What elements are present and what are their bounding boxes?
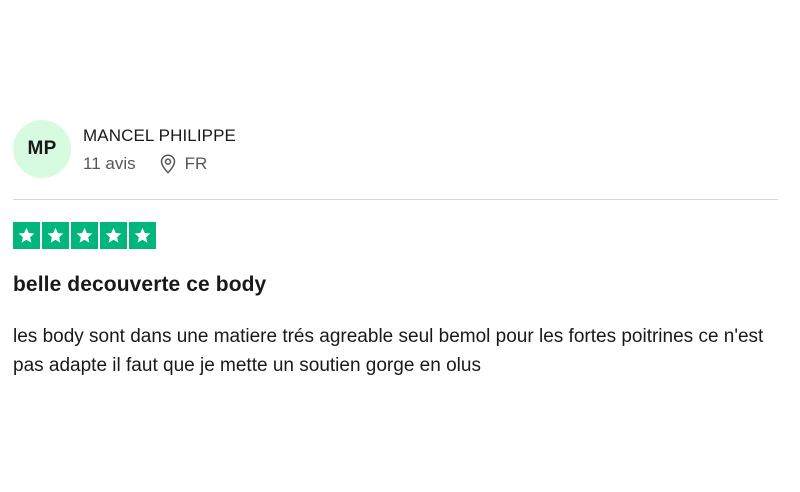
reviewer-meta: 11 avis FR	[83, 154, 236, 174]
star-icon	[129, 222, 156, 249]
review-title[interactable]: belle decouverte ce body	[13, 272, 266, 298]
reviewer-name[interactable]: MANCEL PHILIPPE	[83, 125, 236, 147]
star-icon	[42, 222, 69, 249]
location-pin-icon	[160, 153, 176, 174]
star-rating	[13, 222, 156, 249]
review-count: 11 avis	[83, 153, 136, 173]
review-text: les body sont dans une matiere trés agre…	[13, 326, 764, 376]
reviewer-country: FR	[184, 153, 208, 173]
divider	[13, 199, 778, 200]
reviewer-header: MP MANCEL PHILIPPE 11 avis FR	[13, 118, 778, 180]
star-icon	[13, 222, 40, 249]
star-icon	[100, 222, 127, 249]
reviewer-info: MANCEL PHILIPPE 11 avis FR	[83, 125, 236, 174]
avatar[interactable]: MP	[13, 120, 71, 178]
star-icon	[71, 222, 98, 249]
review-card: MP MANCEL PHILIPPE 11 avis FR belle deco…	[13, 118, 778, 376]
